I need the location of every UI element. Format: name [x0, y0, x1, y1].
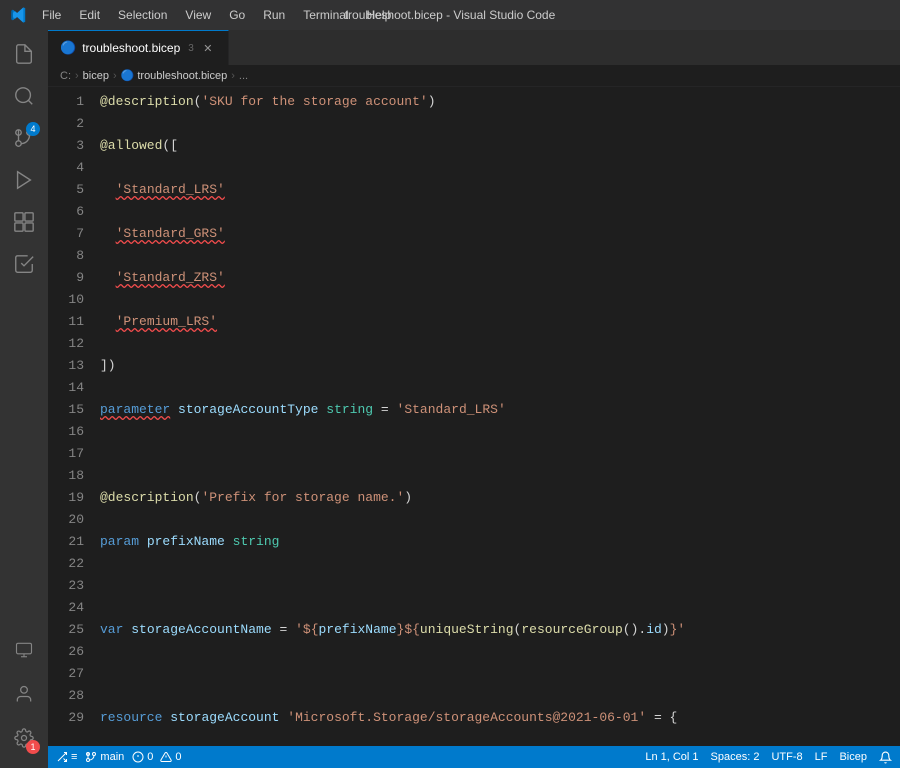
status-bar: ≡ main 0 0 Ln 1, Col 1 Spaces: 2 UTF-8 L… — [48, 746, 900, 768]
code-line-10: @description('Prefix for storage name.') — [100, 487, 900, 509]
code-line-12 — [100, 575, 900, 597]
tab-troubleshoot-bicep[interactable]: 🔵 troubleshoot.bicep 3 ✕ — [48, 30, 229, 65]
language-status[interactable]: Bicep — [839, 751, 867, 764]
code-line-4: 'Standard_GRS' — [100, 223, 900, 245]
line-numbers: 12345 678910 1112131415 1617181920 21222… — [48, 87, 92, 746]
tab-close-button[interactable]: ✕ — [200, 40, 216, 56]
menu-file[interactable]: File — [34, 6, 69, 24]
code-line-2: @allowed([ — [100, 135, 900, 157]
code-line-8: parameter storageAccountType string = 'S… — [100, 399, 900, 421]
warnings-count: 0 — [175, 751, 181, 763]
code-editor[interactable]: @description('SKU for the storage accoun… — [92, 87, 900, 746]
menu-run[interactable]: Run — [255, 6, 293, 24]
breadcrumb-folder[interactable]: bicep — [83, 70, 109, 82]
run-debug-icon[interactable] — [4, 160, 44, 200]
menu-edit[interactable]: Edit — [71, 6, 108, 24]
settings-icon[interactable]: 1 — [4, 718, 44, 758]
breadcrumb: C: › bicep › 🔵 troubleshoot.bicep › ... — [48, 65, 900, 87]
menu-go[interactable]: Go — [221, 6, 253, 24]
code-line-11: param prefixName string — [100, 531, 900, 553]
notifications-icon[interactable] — [879, 751, 892, 764]
source-control-badge: 4 — [26, 122, 40, 136]
files-icon[interactable] — [4, 34, 44, 74]
account-icon[interactable] — [4, 674, 44, 714]
code-line-1: @description('SKU for the storage accoun… — [100, 91, 900, 113]
line-col-status[interactable]: Ln 1, Col 1 — [645, 751, 698, 764]
extensions-icon[interactable] — [4, 202, 44, 242]
code-line-9 — [100, 443, 900, 465]
menu-view[interactable]: View — [177, 6, 219, 24]
branch-name: main — [100, 751, 124, 763]
search-icon[interactable] — [4, 76, 44, 116]
titlebar: File Edit Selection View Go Run Terminal… — [0, 0, 900, 30]
source-control-icon[interactable]: 4 — [4, 118, 44, 158]
breadcrumb-ellipsis: ... — [239, 70, 248, 82]
code-line-3: 'Standard_LRS' — [100, 179, 900, 201]
activity-bar: 4 — [0, 30, 48, 768]
code-line-5: 'Standard_ZRS' — [100, 267, 900, 289]
activity-bar-bottom: 1 — [4, 630, 44, 768]
code-line-7: ]) — [100, 355, 900, 377]
tab-modified-indicator: 3 — [188, 43, 194, 54]
branch-status[interactable]: main — [85, 751, 124, 763]
encoding-status[interactable]: UTF-8 — [771, 751, 802, 764]
tab-label: troubleshoot.bicep — [82, 41, 180, 55]
code-line-6: 'Premium_LRS' — [100, 311, 900, 333]
settings-badge: 1 — [26, 740, 40, 754]
menu-selection[interactable]: Selection — [110, 6, 175, 24]
vscode-icon — [10, 6, 28, 24]
window-title: troubleshoot.bicep - Visual Studio Code — [345, 8, 556, 22]
breadcrumb-file[interactable]: 🔵 troubleshoot.bicep — [121, 69, 228, 82]
remote-status[interactable]: ≡ — [56, 751, 77, 763]
remote-icon[interactable] — [4, 630, 44, 670]
code-line-14 — [100, 663, 900, 685]
test-icon[interactable] — [4, 244, 44, 284]
remote-text: ≡ — [71, 751, 77, 763]
code-line-13: var storageAccountName = '${prefixName}$… — [100, 619, 900, 641]
editor-area: 🔵 troubleshoot.bicep 3 ✕ C: › bicep › 🔵 … — [48, 30, 900, 768]
bicep-file-icon: 🔵 — [60, 40, 76, 56]
errors-status[interactable]: 0 0 — [132, 751, 181, 763]
code-container[interactable]: 12345 678910 1112131415 1617181920 21222… — [48, 87, 900, 746]
tab-bar: 🔵 troubleshoot.bicep 3 ✕ — [48, 30, 900, 65]
spaces-status[interactable]: Spaces: 2 — [711, 751, 760, 764]
eol-status[interactable]: LF — [815, 751, 828, 764]
errors-count: 0 — [147, 751, 153, 763]
main-layout: 4 — [0, 30, 900, 768]
code-line-15: resource storageAccount 'Microsoft.Stora… — [100, 707, 900, 729]
status-right: Ln 1, Col 1 Spaces: 2 UTF-8 LF Bicep — [645, 751, 892, 764]
breadcrumb-drive[interactable]: C: — [60, 70, 71, 82]
